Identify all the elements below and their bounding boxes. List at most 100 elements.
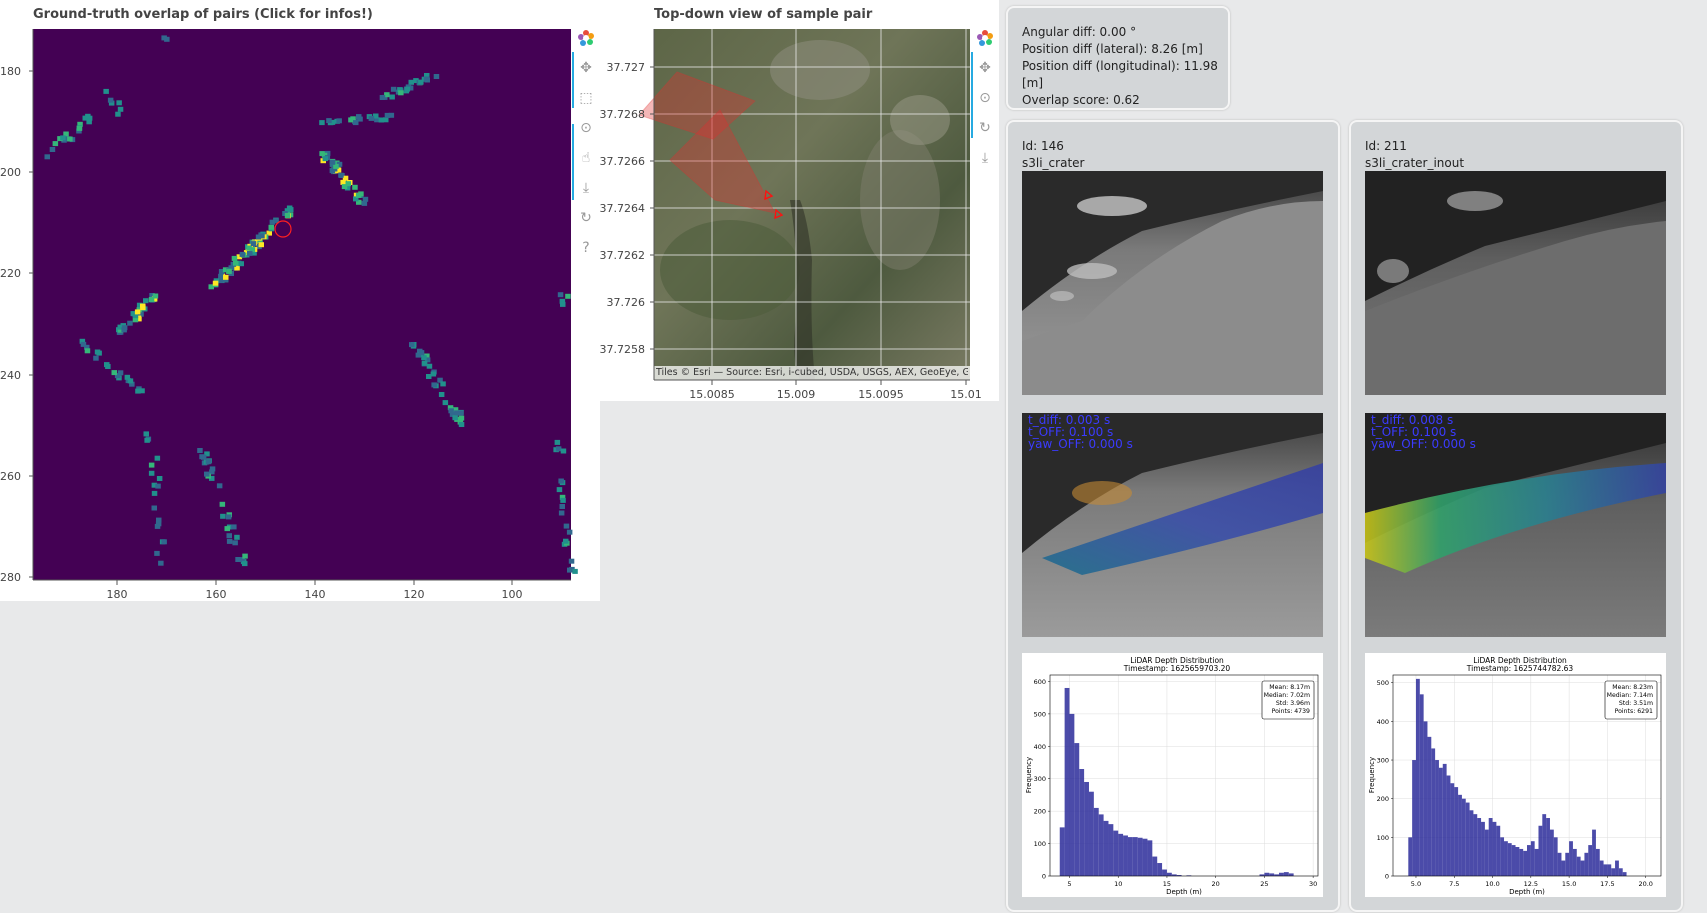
overlap-score: Overlap score: 0.62 (1022, 93, 1140, 107)
heatmap-x-tick-label: 140 (305, 588, 326, 601)
hist-ylabel: Frequency (1368, 757, 1376, 793)
reset-icon[interactable]: ↻ (973, 116, 997, 140)
heatmap-x-tick-label: 120 (404, 588, 425, 601)
camera-image (1022, 171, 1323, 395)
sample-id: Id: 146 (1022, 139, 1064, 153)
hist-bar (1454, 787, 1459, 876)
hist-subtitle: Timestamp: 1625659703.20 (1123, 664, 1231, 673)
hist-bar (1588, 845, 1593, 876)
hist-bar (1515, 847, 1520, 876)
hist-x-tick-label: 20 (1212, 880, 1220, 888)
map-y-tick-label: 37.726 (607, 296, 646, 309)
hist-bar (1504, 841, 1508, 876)
hist-bar (1492, 821, 1497, 876)
hist-bar (1572, 848, 1577, 876)
sample-card-right: Id: 211 s3li_crater_inout t_diff: 0.008 … (1349, 120, 1683, 912)
map-y-tick-label: 37.727 (607, 61, 646, 74)
hist-xlabel: Depth (m) (1166, 888, 1202, 896)
heatmap-x-tick-label: 180 (107, 588, 128, 601)
heatmap-x-ticks: 180 160 140 120 100 (107, 580, 523, 601)
bokeh-logo-icon[interactable] (574, 26, 598, 50)
lidar-overlay-image: t_diff: 0.003 s t_OFF: 0.100 s yaw_OFF: … (1022, 413, 1323, 637)
map-y-tick-label: 37.7266 (600, 155, 645, 168)
map-toolbar: ✥ ⊙ ↻ ⤓ (971, 26, 997, 176)
lateral-diff: Position diff (lateral): 8.26 [m] (1022, 42, 1203, 56)
hist-stat-points: Points: 4739 (1272, 708, 1310, 715)
heatmap-y-tick-label: 220 (0, 267, 21, 280)
hist-y-tick-label: 500 (1377, 679, 1389, 687)
hist-y-tick-label: 400 (1034, 743, 1046, 751)
bokeh-logo-icon[interactable] (973, 26, 997, 50)
hist-bar (1408, 837, 1413, 876)
hist-bar (1534, 848, 1539, 876)
hist-x-tick-label: 5.0 (1411, 880, 1421, 888)
hist-bar (1527, 845, 1531, 876)
angular-diff: Angular diff: 0.00 ° (1022, 25, 1137, 39)
heatmap-toolbar: ✥ ⬚ ⊙ ☝ ⤓ ↻ ? (572, 26, 598, 266)
hist-bar (1546, 818, 1550, 876)
tap-icon[interactable]: ☝ (574, 146, 598, 170)
hist-y-tick-label: 200 (1377, 795, 1389, 803)
longitudinal-diff: Position diff (longitudinal): 11.98 [m] (1022, 59, 1218, 90)
hist-bar (1108, 824, 1114, 876)
hist-bar (1580, 860, 1585, 876)
hist-bar (1500, 837, 1505, 876)
wheel-zoom-icon[interactable]: ⊙ (574, 116, 598, 140)
hist-bar (1142, 838, 1148, 876)
hist-x-tick-label: 17.5 (1600, 880, 1614, 888)
hist-bar (1469, 810, 1474, 876)
hist-stat-points: Points: 6291 (1615, 708, 1653, 715)
hist-x-tick-label: 10.0 (1485, 880, 1499, 888)
hist-y-tick-label: 100 (1377, 834, 1389, 842)
hist-bar (1118, 833, 1124, 876)
save-icon[interactable]: ⤓ (574, 176, 598, 200)
hist-bar (1288, 873, 1294, 876)
hist-bar (1412, 760, 1416, 876)
heatmap-plot[interactable]: 180 200 220 240 260 280 180 160 140 120 100 (0, 0, 600, 601)
wheel-zoom-icon[interactable]: ⊙ (973, 86, 997, 110)
map-y-tick-label: 37.7262 (600, 249, 645, 262)
heatmap-y-tick-label: 240 (0, 369, 21, 382)
hist-bar (1458, 794, 1462, 876)
hist-bar (1423, 721, 1428, 876)
hist-bar (1481, 821, 1485, 876)
heatmap-background (33, 29, 571, 580)
hist-y-tick-label: 200 (1034, 808, 1046, 816)
camera-image (1365, 171, 1666, 395)
heatmap-x-tick-label: 160 (206, 588, 227, 601)
hist-bar (1576, 856, 1581, 876)
hist-bar (1519, 848, 1524, 876)
pan-icon[interactable]: ✥ (973, 56, 997, 80)
hist-bar (1147, 840, 1153, 876)
hist-bar (1561, 860, 1566, 876)
hist-bar (1599, 860, 1604, 876)
hist-y-tick-label: 300 (1377, 757, 1389, 765)
map-attribution[interactable]: Tiles © Esri — Source: Esri, i-cubed, US… (656, 367, 968, 378)
hist-bar (1132, 837, 1138, 876)
hist-bar (1473, 814, 1478, 876)
heatmap-panel: Ground-truth overlap of pairs (Click for… (0, 0, 600, 601)
hist-bar (1477, 818, 1482, 876)
hist-bar (1523, 850, 1527, 877)
hist-y-tick-label: 300 (1034, 775, 1046, 783)
overlay-line-3: yaw_OFF: 0.000 s (1028, 437, 1133, 451)
save-icon[interactable]: ⤓ (973, 146, 997, 170)
hist-bar (1088, 791, 1094, 876)
hist-bar (1450, 783, 1455, 876)
map-x-ticks: 15.0085 15.009 15.0095 15.01 (689, 380, 982, 401)
hist-ylabel: Frequency (1025, 757, 1033, 793)
heatmap-y-ticks: 180 200 220 240 260 280 (0, 65, 33, 584)
pan-icon[interactable]: ✥ (574, 56, 598, 80)
help-icon[interactable]: ? (574, 236, 598, 260)
hist-bar (1553, 837, 1558, 876)
map-plot[interactable]: 37.727 37.7268 37.7266 37.7264 37.7262 37.726… (600, 0, 999, 401)
hist-bar (1435, 760, 1439, 876)
hist-bar (1103, 820, 1109, 876)
box-zoom-icon[interactable]: ⬚ (574, 86, 598, 110)
hist-bar (1584, 852, 1589, 876)
hist-bar (1565, 852, 1570, 876)
reset-icon[interactable]: ↻ (574, 206, 598, 230)
hist-bar (1074, 743, 1080, 876)
depth-histogram: LiDAR Depth Distribution Timestamp: 1625… (1022, 653, 1323, 897)
hist-bar (1530, 841, 1535, 876)
